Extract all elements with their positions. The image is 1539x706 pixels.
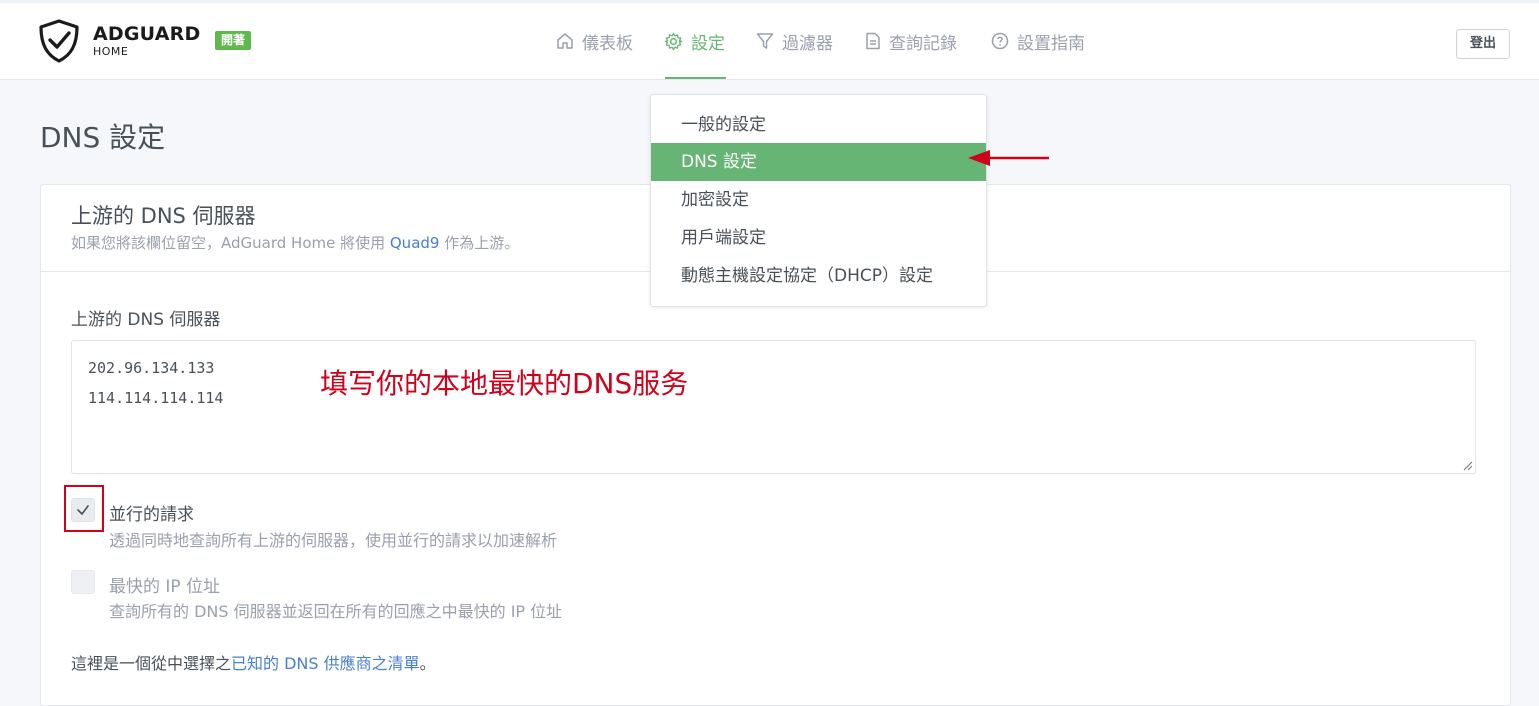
nav-setup-guide[interactable]: 設置指南 — [991, 26, 1085, 56]
page-title: DNS 設定 — [40, 121, 166, 154]
upstream-dns-textarea[interactable]: 202.96.134.133 114.114.114.114 — [71, 340, 1476, 474]
dns-providers-note-after: 。 — [419, 654, 436, 673]
protection-status-badge: 開著 — [215, 31, 252, 50]
upstream-field-label: 上游的 DNS 伺服器 — [71, 310, 221, 330]
parallel-requests-desc: 透過同時地查詢所有上游的伺服器，使用並行的請求以加速解析 — [109, 531, 558, 550]
fastest-ip-checkbox[interactable] — [71, 570, 95, 594]
annotation-text: 填写你的本地最快的DNS服务 — [320, 367, 689, 400]
filter-icon — [756, 33, 774, 49]
nav-filters-label: 過濾器 — [782, 33, 833, 54]
nav-setup-guide-label: 設置指南 — [1017, 33, 1085, 54]
upstream-line: 114.114.114.114 — [88, 389, 224, 407]
nav-settings-label: 設定 — [691, 33, 725, 54]
menu-item-encryption-settings[interactable]: 加密設定 — [651, 181, 986, 219]
settings-dropdown-menu: 一般的設定 DNS 設定 加密設定 用戶端設定 動態主機設定協定（DHCP）設定 — [650, 94, 987, 307]
resize-handle-icon[interactable] — [1463, 461, 1473, 471]
logout-button[interactable]: 登出 — [1456, 29, 1510, 59]
dns-providers-note: 這裡是一個從中選擇之已知的 DNS 供應商之清單。 — [71, 650, 436, 674]
menu-item-dhcp-settings[interactable]: 動態主機設定協定（DHCP）設定 — [651, 257, 986, 295]
dns-providers-link[interactable]: 已知的 DNS 供應商之清單 — [231, 654, 420, 673]
menu-item-client-settings[interactable]: 用戶端設定 — [651, 219, 986, 257]
nav-query-log-label: 查詢記錄 — [889, 33, 957, 54]
card-title: 上游的 DNS 伺服器 — [71, 204, 256, 228]
upstream-line: 202.96.134.133 — [88, 359, 215, 377]
menu-item-general-settings[interactable]: 一般的設定 — [651, 106, 986, 144]
document-icon — [866, 32, 880, 50]
home-icon — [557, 33, 573, 49]
annotation-arrow-icon — [968, 150, 1049, 166]
gear-icon — [664, 32, 683, 50]
nav-dashboard[interactable]: 儀表板 — [556, 26, 633, 56]
fastest-ip-title: 最快的 IP 位址 — [109, 577, 221, 597]
brand-name: ADGUARD — [93, 23, 201, 45]
card-subtitle-text-after: 作為上游。 — [439, 234, 520, 252]
menu-item-dns-settings[interactable]: DNS 設定 — [651, 143, 986, 181]
active-nav-indicator — [665, 77, 726, 79]
nav-settings[interactable]: 設定 — [664, 26, 725, 56]
help-circle-icon — [991, 32, 1009, 50]
quad9-link[interactable]: Quad9 — [390, 234, 440, 252]
nav-filters[interactable]: 過濾器 — [756, 26, 833, 56]
fastest-ip-desc: 查詢所有的 DNS 伺服器並返回在所有的回應之中最快的 IP 位址 — [109, 602, 563, 621]
nav-query-log[interactable]: 查詢記錄 — [865, 26, 957, 56]
annotation-highlight-box — [64, 485, 104, 532]
adguard-shield-logo-icon[interactable] — [38, 19, 80, 63]
parallel-requests-title: 並行的請求 — [109, 505, 194, 525]
brand-subtitle: HOME — [93, 45, 129, 58]
dns-providers-note-before: 這裡是一個從中選擇之 — [71, 654, 232, 673]
card-subtitle-text-before: 如果您將該欄位留空，AdGuard Home 將使用 — [71, 234, 390, 252]
card-subtitle: 如果您將該欄位留空，AdGuard Home 將使用 Quad9 作為上游。 — [71, 232, 519, 253]
nav-dashboard-label: 儀表板 — [582, 33, 633, 54]
brand[interactable]: ADGUARD HOME — [93, 24, 200, 59]
